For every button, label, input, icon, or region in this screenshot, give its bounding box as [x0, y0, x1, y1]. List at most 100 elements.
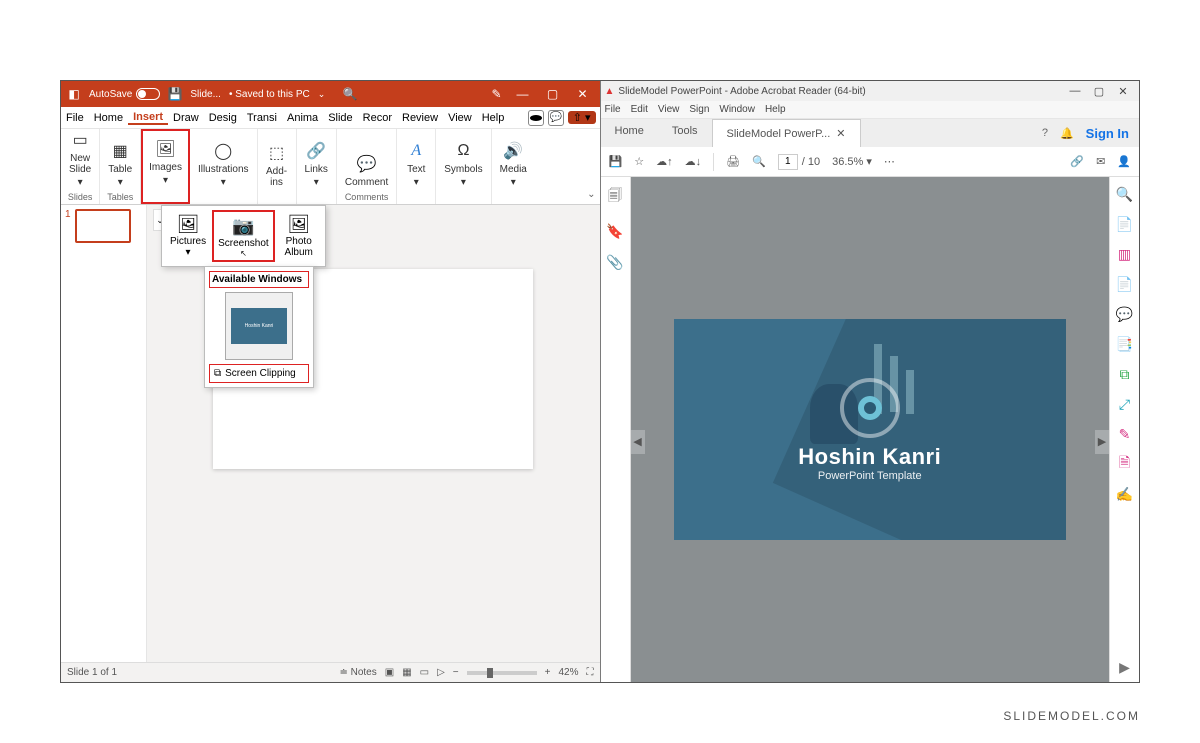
search-tool-icon[interactable]: 🔍 — [1116, 185, 1134, 203]
sorter-view-icon[interactable]: ▦ — [402, 667, 411, 678]
pp-filename[interactable]: Slide... — [190, 89, 221, 100]
menu-sign[interactable]: Sign — [689, 104, 709, 115]
pen-icon[interactable]: ✎ — [490, 87, 504, 101]
tab-slideshow[interactable]: Slide — [323, 112, 357, 124]
screenshot-button[interactable]: 📷 Screenshot ↖ — [212, 210, 275, 262]
tab-transitions[interactable]: Transi — [242, 112, 282, 124]
menu-edit[interactable]: Edit — [631, 104, 648, 115]
maximize-button[interactable]: ▢ — [542, 83, 564, 105]
link-share-icon[interactable]: 🔗 — [1070, 155, 1084, 168]
compress-icon[interactable]: ⤢ — [1116, 395, 1134, 413]
minimize-button[interactable]: — — [512, 83, 534, 105]
tab-home[interactable]: Home — [89, 112, 128, 124]
create-pdf-icon[interactable]: 📄 — [1116, 275, 1134, 293]
ribbon-text-button[interactable]: AText▾ — [397, 129, 436, 204]
profile-icon[interactable]: 👤 — [1117, 155, 1131, 168]
menu-file[interactable]: File — [605, 104, 621, 115]
close-button[interactable]: ✕ — [572, 83, 594, 105]
slide-thumb-1[interactable]: 1 — [65, 209, 142, 243]
menu-view[interactable]: View — [658, 104, 680, 115]
table-button[interactable]: ▦ Table ▾ — [104, 138, 136, 190]
bookmark-panel-icon[interactable]: 🔖 — [606, 223, 623, 240]
tab-tools[interactable]: Tools — [658, 119, 712, 147]
next-page-icon[interactable]: ▶ — [1095, 430, 1109, 454]
tab-animations[interactable]: Anima — [282, 112, 323, 124]
tab-document[interactable]: SlideModel PowerP... ✕ — [712, 119, 861, 147]
tab-record[interactable]: Recor — [358, 112, 397, 124]
tab-home[interactable]: Home — [601, 119, 658, 147]
minimize-button[interactable]: — — [1063, 85, 1087, 97]
cloud-download-icon[interactable]: ☁↓ — [685, 155, 702, 168]
search-icon[interactable]: 🔍 — [343, 87, 357, 101]
organize-icon[interactable]: ⧉ — [1116, 365, 1134, 383]
tab-review[interactable]: Review — [397, 112, 443, 124]
ribbon-media-button[interactable]: 🔊Media▾ — [492, 129, 535, 204]
collapse-ribbon-icon[interactable]: ⌄ — [587, 189, 595, 200]
comments-pane-button[interactable]: 💬 — [548, 110, 564, 126]
redact-icon[interactable]: ✎ — [1116, 425, 1134, 443]
reading-view-icon[interactable]: ▭ — [420, 667, 429, 678]
comment-tool-icon[interactable]: 💬 — [1116, 305, 1134, 323]
prev-page-icon[interactable]: ◀ — [631, 430, 645, 454]
save-icon[interactable]: 💾 — [168, 87, 182, 101]
normal-view-icon[interactable]: ▣ — [385, 667, 394, 678]
tab-view[interactable]: View — [443, 112, 477, 124]
edit-pdf-icon[interactable]: ▥ — [1116, 245, 1134, 263]
page-input[interactable] — [778, 154, 798, 170]
combine-icon[interactable]: 📑 — [1116, 335, 1134, 353]
help-icon[interactable]: ? — [1042, 127, 1048, 139]
zoom-value[interactable]: 36.5% ▾ — [832, 155, 872, 168]
photo-album-button[interactable]: 🖼 Photo Album — [277, 210, 321, 262]
tab-help[interactable]: Help — [477, 112, 510, 124]
slide-count: Slide 1 of 1 — [67, 667, 117, 678]
screen-clipping-button[interactable]: ⧉ Screen Clipping — [209, 364, 309, 383]
maximize-button[interactable]: ▢ — [1087, 85, 1111, 98]
more-icon[interactable]: ⋯ — [884, 155, 895, 168]
zoom-out-icon[interactable]: − — [453, 667, 459, 678]
ribbon-links-button[interactable]: 🔗Links▾ — [297, 129, 337, 204]
fit-window-icon[interactable]: ⛶ — [587, 667, 594, 678]
cloud-upload-icon[interactable]: ☁↑ — [656, 155, 673, 168]
sign-tool-icon[interactable]: ✍ — [1116, 485, 1134, 503]
ribbon-illustrations-button[interactable]: ◯Illustrations▾ — [190, 129, 258, 204]
close-button[interactable]: ✕ — [1111, 85, 1135, 98]
star-icon[interactable]: ☆ — [634, 155, 644, 168]
ribbon-images-button[interactable]: 🖼 Images ▾ — [141, 129, 190, 204]
protect-icon[interactable]: 🗎 — [1116, 455, 1134, 473]
notes-button[interactable]: ≐ Notes — [339, 667, 376, 678]
ar-page-area[interactable]: ◀ ▶ Hoshin Kanri PowerPoint Template — [631, 177, 1110, 682]
collapse-tools-icon[interactable]: ▶ — [1116, 658, 1134, 676]
share-button[interactable]: ⇧ ▾ — [568, 111, 596, 124]
record-indicator[interactable] — [528, 110, 544, 126]
menu-help[interactable]: Help — [765, 104, 786, 115]
email-icon[interactable]: ✉ — [1096, 155, 1105, 168]
new-slide-button[interactable]: ▭ New Slide ▾ — [65, 127, 95, 190]
attachment-panel-icon[interactable]: 📎 — [606, 254, 623, 271]
autosave-label: AutoSave — [89, 89, 132, 100]
print-icon[interactable]: 🖨 — [726, 155, 740, 168]
chevron-down-icon[interactable]: ⌄ — [318, 89, 326, 100]
tab-file[interactable]: File — [61, 112, 89, 124]
zoom-in-icon[interactable]: + — [545, 667, 551, 678]
tab-insert[interactable]: Insert — [128, 111, 168, 125]
comment-button[interactable]: 💬Comment — [341, 151, 392, 190]
omega-icon: Ω — [452, 140, 474, 162]
zoom-slider[interactable] — [467, 671, 537, 675]
tab-draw[interactable]: Draw — [168, 112, 204, 124]
zoom-icon[interactable]: 🔍 — [752, 155, 766, 168]
ribbon-symbols-button[interactable]: ΩSymbols▾ — [436, 129, 491, 204]
thumbs-panel-icon[interactable]: 🗐 — [608, 185, 622, 209]
signin-button[interactable]: Sign In — [1086, 126, 1129, 141]
screenshot-popup: Available Windows Hoshin Kanri ⧉ Screen … — [204, 266, 314, 388]
autosave-toggle[interactable]: AutoSave — [89, 88, 160, 100]
available-window-thumb[interactable]: Hoshin Kanri — [225, 292, 293, 360]
bell-icon[interactable]: 🔔 — [1060, 127, 1074, 140]
slideshow-view-icon[interactable]: ▷ — [437, 667, 445, 678]
tab-design[interactable]: Desig — [204, 112, 242, 124]
ribbon-addins-button[interactable]: ⬚Add- ins — [258, 129, 297, 204]
close-tab-icon[interactable]: ✕ — [836, 127, 845, 140]
export-pdf-icon[interactable]: 📄 — [1116, 215, 1134, 233]
save-icon[interactable]: 💾 — [609, 155, 623, 168]
menu-window[interactable]: Window — [719, 104, 755, 115]
pictures-button[interactable]: 🖼 Pictures ▾ — [166, 210, 210, 262]
